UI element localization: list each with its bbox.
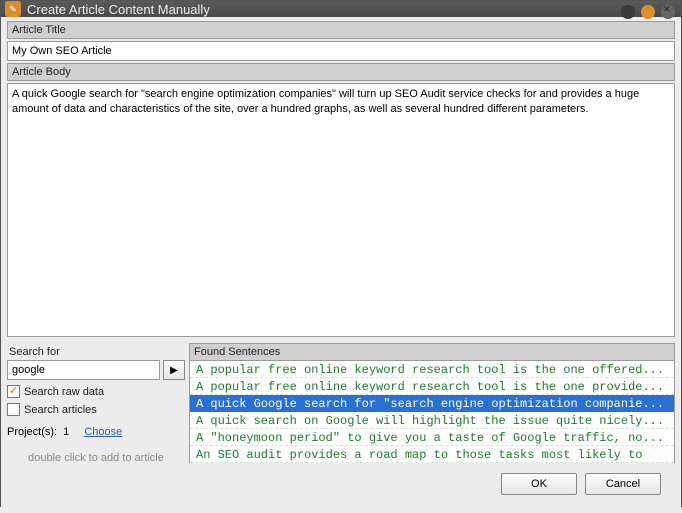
cancel-button[interactable]: Cancel [585,473,661,495]
list-item[interactable]: A popular free online keyword research t… [190,378,674,395]
window-controls [621,5,675,19]
choose-projects-link[interactable]: Choose [84,426,122,438]
article-title-label: Article Title [7,21,675,39]
search-input[interactable] [7,360,160,380]
search-articles-row[interactable]: Search articles [7,403,185,416]
list-item[interactable]: A "honeymoon period" to give you a taste… [190,429,674,446]
app-icon: ✎ [5,1,21,17]
projects-count: 1 [63,426,69,438]
dialog-content: Article Title Article Body Search for ▶ … [1,17,681,513]
search-articles-checkbox[interactable] [7,403,20,416]
search-panel: Search for ▶ Search raw data Search arti… [7,343,185,463]
list-item[interactable]: A quick Google search for "search engine… [190,395,674,412]
list-item[interactable]: An SEO audit provides a road map to thos… [190,446,674,463]
search-go-button[interactable]: ▶ [163,360,185,380]
list-item[interactable]: A popular free online keyword research t… [190,361,674,378]
found-sentences-list[interactable]: A popular free online keyword research t… [189,361,675,463]
close-button[interactable] [661,5,675,19]
article-body-textarea[interactable] [7,83,675,337]
search-raw-data-row[interactable]: Search raw data [7,385,185,398]
minimize-button[interactable] [621,5,635,19]
article-body-label: Article Body [7,63,675,81]
titlebar[interactable]: ✎ Create Article Content Manually [1,1,681,17]
search-for-label: Search for [7,343,185,360]
search-raw-data-checkbox[interactable] [7,385,20,398]
dialog-window: ✎ Create Article Content Manually Articl… [0,0,682,507]
search-raw-data-label: Search raw data [24,386,104,398]
article-title-input[interactable] [7,41,675,61]
dialog-footer: OK Cancel [7,463,675,507]
search-articles-label: Search articles [24,404,97,416]
maximize-button[interactable] [641,5,655,19]
list-item[interactable]: A quick search on Google will highlight … [190,412,674,429]
ok-button[interactable]: OK [501,473,577,495]
projects-row: Project(s): 1 Choose [7,426,185,438]
found-sentences-header: Found Sentences [189,343,675,361]
projects-label: Project(s): [7,426,57,438]
window-title: Create Article Content Manually [27,2,210,17]
found-panel: Found Sentences A popular free online ke… [189,343,675,463]
